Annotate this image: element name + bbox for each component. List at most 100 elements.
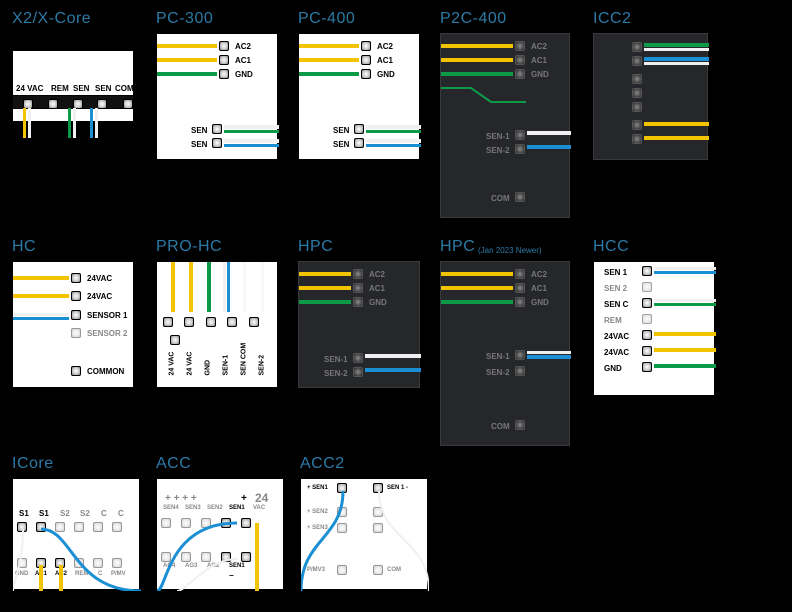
acc2-wires bbox=[301, 479, 429, 591]
wire-white bbox=[654, 267, 716, 270]
wire-blue bbox=[644, 57, 709, 61]
pc300-sen1: SEN bbox=[191, 126, 207, 135]
wire-yellow bbox=[441, 272, 513, 276]
terminal-icon bbox=[642, 330, 652, 340]
panel-hc: 24VAC 24VAC SENSOR 1 SENSOR 2 COMMON bbox=[12, 261, 134, 388]
prohc-c2: GND bbox=[205, 346, 212, 376]
prohc-c5: SEN-2 bbox=[259, 346, 266, 376]
title-hcc: HCC bbox=[593, 238, 629, 256]
wire-green bbox=[224, 130, 279, 133]
terminal-icon bbox=[515, 420, 525, 430]
terminal-icon bbox=[515, 283, 525, 293]
terminal-icon bbox=[71, 328, 81, 338]
wire-white bbox=[223, 262, 226, 312]
title-hpc2: HPC bbox=[440, 238, 475, 256]
pc300-sen2: SEN bbox=[191, 140, 207, 149]
terminal-icon bbox=[219, 55, 229, 65]
pc400-sen1: SEN bbox=[333, 126, 349, 135]
hc-r3: SENSOR 2 bbox=[87, 329, 127, 338]
wire-green bbox=[157, 72, 217, 76]
terminal-icon bbox=[123, 99, 133, 109]
terminal-icon bbox=[515, 297, 525, 307]
p2c-sen2: SEN-2 bbox=[486, 146, 510, 155]
terminal-icon bbox=[642, 314, 652, 324]
wire-yellow bbox=[644, 136, 709, 140]
hpc-ac2: AC2 bbox=[369, 270, 385, 279]
prohc-c3: SEN-1 bbox=[223, 346, 230, 376]
wire-yellow bbox=[299, 58, 359, 62]
terminal-icon bbox=[515, 130, 525, 140]
wire-green bbox=[299, 300, 351, 304]
wire-green bbox=[366, 130, 421, 133]
hcc-r1: SEN 2 bbox=[604, 284, 627, 293]
panel-acc2: + SEN1 SEN 1 - + SEN2 + SEN3 P/MV3 COM bbox=[300, 478, 428, 590]
wire-yellow bbox=[299, 286, 351, 290]
wire-blue bbox=[527, 355, 571, 359]
hpc2-com: COM bbox=[491, 422, 510, 431]
title-prohc: PRO-HC bbox=[156, 238, 222, 256]
hpc2-gnd: GND bbox=[531, 298, 549, 307]
pc400-sen2: SEN bbox=[333, 140, 349, 149]
hcc-r6: GND bbox=[604, 364, 622, 373]
terminal-icon bbox=[353, 367, 363, 377]
terminal-icon bbox=[515, 366, 525, 376]
hpc-ac1: AC1 bbox=[369, 284, 385, 293]
p2c-gnd: GND bbox=[531, 70, 549, 79]
wire-white bbox=[243, 262, 246, 312]
pc400-gnd: GND bbox=[377, 70, 395, 79]
wire-yellow bbox=[441, 44, 513, 48]
hpc2-ac2: AC2 bbox=[531, 270, 547, 279]
wire-green bbox=[207, 262, 211, 312]
terminal-icon bbox=[642, 298, 652, 308]
hc-r0: 24VAC bbox=[87, 274, 112, 283]
title-icore: ICore bbox=[12, 455, 54, 473]
terminal-icon bbox=[219, 69, 229, 79]
wire-yellow bbox=[299, 272, 351, 276]
pc300-ac2: AC2 bbox=[235, 42, 251, 51]
title-hc: HC bbox=[12, 238, 36, 256]
wire-green bbox=[654, 303, 716, 306]
wire-yellow bbox=[23, 108, 26, 138]
x2-lbl-1: REM bbox=[51, 84, 69, 93]
wire-white bbox=[13, 313, 69, 316]
terminal-icon bbox=[515, 350, 525, 360]
title-pc300: PC-300 bbox=[156, 10, 213, 28]
wire-blue bbox=[227, 262, 230, 312]
hcc-r5: 24VAC bbox=[604, 348, 629, 357]
terminal-icon bbox=[170, 335, 180, 345]
wire-white bbox=[527, 131, 571, 135]
hpc2-sen1: SEN-1 bbox=[486, 352, 510, 361]
wire-yellow bbox=[13, 294, 69, 298]
wire-white bbox=[527, 351, 571, 354]
terminal-icon bbox=[71, 310, 81, 320]
terminal-icon bbox=[632, 102, 642, 112]
panel-prohc: 24 VAC 24 VAC GND SEN-1 SEN COM SEN-2 bbox=[156, 261, 278, 388]
terminal-icon bbox=[632, 120, 642, 130]
panel-acc: + + + + + 24 SEN4 SEN3 SEN2 SEN1 VAC AG4… bbox=[156, 478, 284, 590]
panel-icore: S1 S1 S2 S2 C C GND AC1 AC2 REM C P/MV bbox=[12, 478, 140, 590]
terminal-icon bbox=[163, 317, 173, 327]
hpc-sen2: SEN-2 bbox=[324, 369, 348, 378]
pc300-gnd: GND bbox=[235, 70, 253, 79]
terminal-icon bbox=[206, 317, 216, 327]
x2-termstrip bbox=[13, 95, 133, 109]
pc400-ac1: AC1 bbox=[377, 56, 393, 65]
wire-white bbox=[366, 139, 421, 143]
terminal-icon bbox=[515, 55, 525, 65]
terminal-icon bbox=[212, 138, 222, 148]
terminal-icon bbox=[249, 317, 259, 327]
panel-hpc: AC2 AC1 GND SEN-1 SEN-2 bbox=[298, 261, 420, 388]
wire-blue bbox=[365, 368, 421, 372]
prohc-c4: SEN COM bbox=[241, 346, 248, 376]
x2-lbl-4: COM bbox=[115, 84, 134, 93]
wire-yellow bbox=[157, 44, 217, 48]
wire-white bbox=[644, 48, 709, 51]
wire-blue bbox=[13, 317, 69, 320]
wire-white bbox=[365, 354, 421, 358]
terminal-icon bbox=[353, 269, 363, 279]
terminal-icon bbox=[227, 317, 237, 327]
hcc-r0: SEN 1 bbox=[604, 268, 627, 277]
wire-green bbox=[299, 72, 359, 76]
terminal-icon bbox=[361, 55, 371, 65]
terminal-icon bbox=[97, 99, 107, 109]
